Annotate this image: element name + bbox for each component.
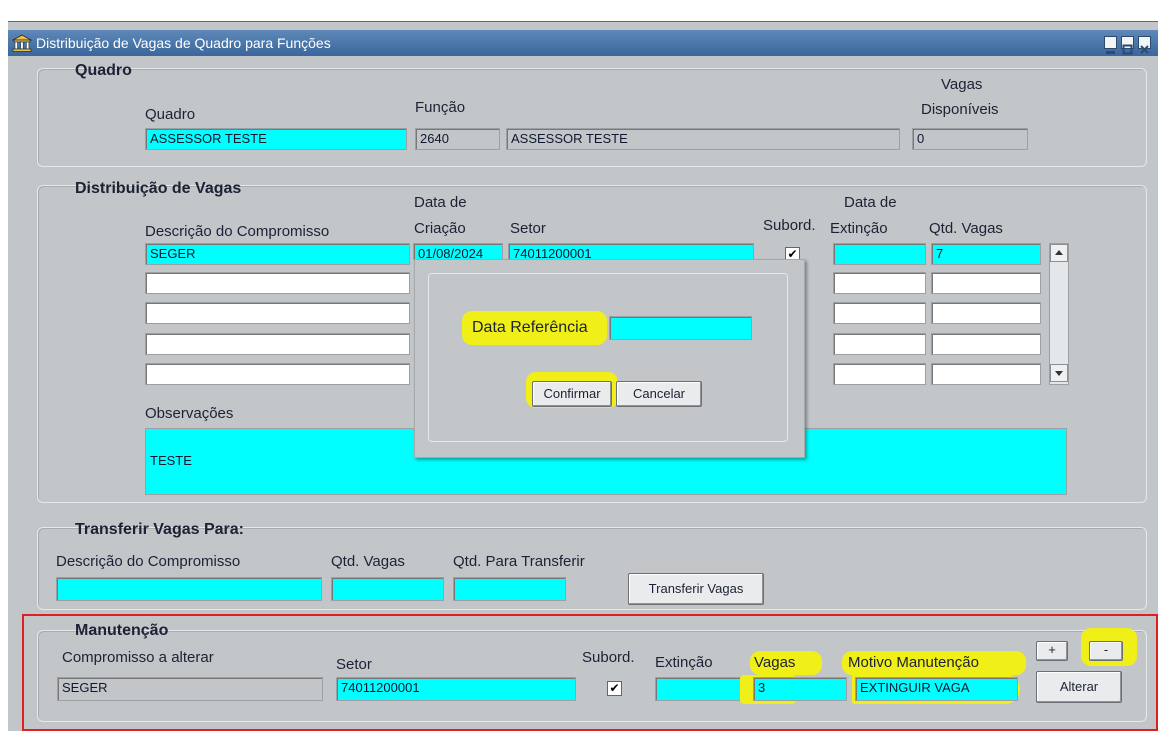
transferir-qtd-transferir-field[interactable]: [453, 577, 566, 601]
transferir-col-qtd-transferir: Qtd. Para Transferir: [453, 553, 585, 570]
subord-checkbox[interactable]: ✔: [607, 681, 622, 696]
quadro-field[interactable]: ASSESSOR TESTE: [145, 128, 407, 150]
observacoes-text: TESTE: [150, 453, 192, 468]
row4-qtd-vagas[interactable]: [931, 333, 1041, 355]
row4-descricao[interactable]: [145, 333, 410, 355]
row5-qtd-vagas[interactable]: [931, 363, 1041, 385]
funcao-name-field: ASSESSOR TESTE: [506, 128, 900, 150]
confirm-button[interactable]: Confirmar: [532, 381, 612, 407]
row2-descricao[interactable]: [145, 272, 410, 294]
col-data-criacao-2: Criação: [414, 220, 466, 237]
vagas-field[interactable]: 3: [753, 677, 847, 701]
row3-qtd-vagas[interactable]: [931, 302, 1041, 324]
transferir-col-descricao: Descrição do Compromisso: [56, 553, 241, 570]
transferir-descricao-field[interactable]: [56, 577, 322, 601]
row1-setor[interactable]: 74011200001: [508, 243, 754, 260]
cancel-button[interactable]: Cancelar: [616, 381, 702, 407]
setor-label: Setor: [336, 656, 372, 673]
row4-data-extincao[interactable]: [833, 333, 926, 355]
col-setor: Setor: [510, 220, 546, 237]
col-qtd-vagas: Qtd. Vagas: [929, 220, 1003, 237]
close-icon[interactable]: [1138, 36, 1151, 54]
data-referencia-field[interactable]: [609, 316, 752, 340]
motivo-field[interactable]: EXTINGUIR VAGA: [855, 677, 1018, 701]
add-button[interactable]: +: [1036, 641, 1068, 661]
scroll-up-icon[interactable]: [1050, 244, 1068, 262]
vagas-label: Vagas: [941, 76, 983, 93]
manutencao-group-title: Manutenção: [75, 622, 169, 639]
transferir-vagas-button[interactable]: Transferir Vagas: [628, 573, 764, 605]
quadro-group-title: Quadro: [75, 62, 132, 79]
extincao-field[interactable]: [655, 677, 747, 701]
row5-data-extincao[interactable]: [833, 363, 926, 385]
row3-data-extincao[interactable]: [833, 302, 926, 324]
row3-descricao[interactable]: [145, 302, 410, 324]
row1-data-extincao[interactable]: [833, 243, 926, 265]
vagas-label: Vagas: [754, 654, 796, 671]
col-data-extincao-1: Data de: [844, 194, 897, 211]
observacoes-label: Observações: [145, 405, 234, 422]
minimize-icon[interactable]: [1104, 36, 1117, 54]
funcao-label: Função: [415, 99, 466, 116]
title-bar: Distribuição de Vagas de Quadro para Fun…: [8, 30, 1158, 56]
col-descricao: Descrição do Compromisso: [145, 223, 330, 240]
data-referencia-label: Data Referência: [472, 319, 588, 336]
row5-descricao[interactable]: [145, 363, 410, 385]
quadro-label: Quadro: [145, 106, 196, 123]
transferir-group-title: Transferir Vagas Para:: [75, 521, 244, 538]
remove-button[interactable]: -: [1089, 641, 1123, 661]
alterar-button[interactable]: Alterar: [1036, 671, 1122, 703]
disponiveis-label: Disponíveis: [921, 101, 999, 118]
row2-data-extincao[interactable]: [833, 272, 926, 294]
col-data-extincao-2: Extinção: [830, 220, 888, 237]
col-subord: Subord.: [763, 217, 816, 234]
window-title: Distribuição de Vagas de Quadro para Fun…: [36, 35, 331, 51]
subord-label: Subord.: [582, 649, 635, 666]
building-icon: [11, 34, 33, 52]
col-data-criacao-1: Data de: [414, 194, 467, 211]
maximize-icon[interactable]: [1121, 36, 1134, 55]
scroll-down-icon[interactable]: [1050, 364, 1068, 382]
vagas-disponiveis-field: 0: [912, 128, 1028, 150]
setor-field[interactable]: 74011200001: [336, 677, 576, 701]
transferir-qtd-field[interactable]: [331, 577, 444, 601]
row2-qtd-vagas[interactable]: [931, 272, 1041, 294]
distribuicao-group-title: Distribuição de Vagas: [75, 180, 242, 197]
extincao-label: Extinção: [655, 654, 713, 671]
row1-descricao[interactable]: SEGER: [145, 243, 410, 265]
funcao-code-field: 2640: [415, 128, 500, 150]
transferir-col-qtd: Qtd. Vagas: [331, 553, 405, 570]
compromisso-label: Compromisso a alterar: [62, 649, 214, 666]
motivo-label: Motivo Manutenção: [848, 654, 979, 671]
row1-data-criacao[interactable]: 01/08/2024: [413, 243, 503, 260]
row1-qtd-vagas[interactable]: 7: [931, 243, 1041, 265]
compromisso-field: SEGER: [57, 677, 323, 701]
dialog-inner-frame: [428, 273, 788, 442]
